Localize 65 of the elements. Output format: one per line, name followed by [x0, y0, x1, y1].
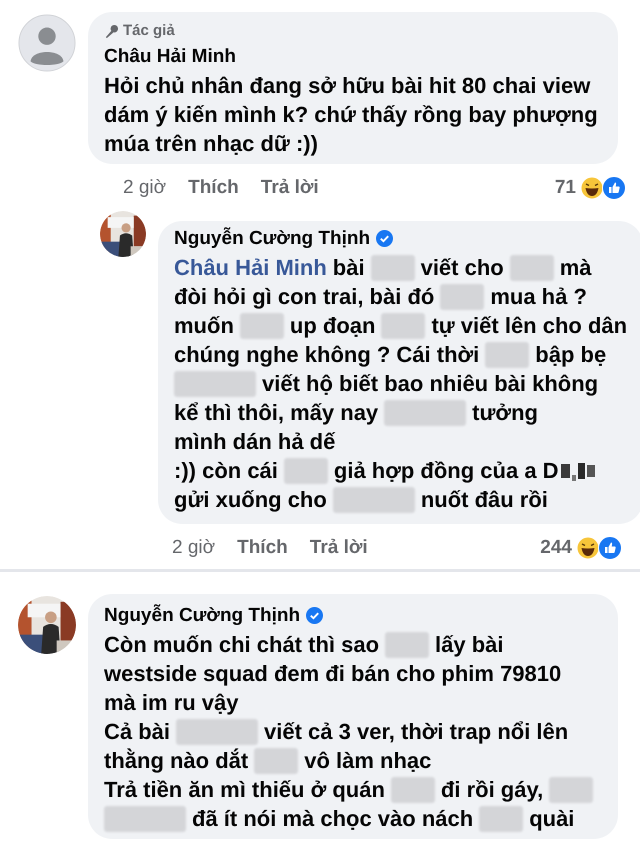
comment-time: 2 giờ: [172, 536, 216, 560]
comment-text: viết cả 3 ver, thời trap nổi lên: [264, 718, 568, 746]
comment-text: đã ít nói mà chọc vào nách: [192, 805, 474, 833]
comment-action[interactable]: Thích: [237, 534, 288, 562]
comment-action[interactable]: Thích: [188, 174, 239, 202]
comment-text: mua hả ?: [490, 283, 587, 311]
blurred-text: [479, 806, 524, 832]
blurred-text: [254, 748, 298, 774]
blurred-text: [370, 254, 415, 280]
comment-text: dám ý kiến mình k? chứ thấy rồng bay phượng: [104, 101, 598, 129]
reaction-count: 71: [554, 176, 576, 200]
laughing-emoji-icon: [576, 536, 600, 560]
comment-action[interactable]: Trả lời: [260, 174, 319, 202]
comment-text: vô làm nhạc: [304, 747, 432, 775]
comment-text: lấy bài: [435, 631, 504, 659]
reaction-count: 244: [540, 536, 572, 560]
avatar-silhouette[interactable]: [18, 14, 76, 72]
like-icon: [598, 536, 622, 560]
pixelated-text: [560, 460, 595, 480]
comment-text: tự viết lên cho dân: [431, 312, 628, 340]
author-name[interactable]: Nguyễn Cường Thịnh: [104, 602, 300, 630]
blurred-text: [440, 284, 484, 310]
comment-text: muốn: [174, 312, 234, 340]
author-badge-label: Tác giả: [123, 21, 175, 41]
comment-text: Cả bài: [104, 718, 170, 746]
comment-text: nuốt đâu rồi: [420, 486, 548, 514]
blurred-text: [284, 458, 328, 484]
blurred-text: [485, 342, 530, 368]
comment-text: giả hợp đồng của a D: [334, 457, 559, 485]
comment-text: Còn muốn chi chát thì sao: [104, 631, 380, 659]
comment-text: viết cho: [420, 254, 504, 282]
comment-text: múa trên nhạc dữ :)): [104, 130, 318, 158]
mention-link[interactable]: Châu Hải Minh: [174, 253, 327, 282]
comment-text: tưởng: [472, 399, 538, 427]
author-name[interactable]: Nguyễn Cường Thịnh: [174, 224, 370, 253]
comment-text: quài: [529, 805, 574, 833]
blurred-text: [390, 776, 435, 802]
blurred-text: [385, 632, 430, 658]
comment-text: Trả tiền ăn mì thiếu ở quán: [104, 776, 385, 804]
comment-text: mà im ru vậy: [104, 689, 239, 717]
blurred-text: [549, 776, 594, 802]
comment-text: viết hộ biết bao nhiêu bài không: [262, 370, 598, 398]
comment-action[interactable]: Trả lời: [310, 534, 368, 562]
comment-text: mình dán hả dế: [174, 428, 336, 456]
comment-text: Hỏi chủ nhân đang sở hữu bài hit 80 chai view: [104, 72, 590, 100]
comment-text: bài: [332, 254, 365, 282]
comment-text: :)) còn cái: [174, 457, 278, 485]
blurred-text: [240, 312, 284, 338]
comment-text: thằng nào dắt: [104, 747, 248, 775]
comment-text: kể thì thôi, mấy nay: [174, 399, 378, 427]
comment-time: 2 giờ: [123, 176, 166, 200]
blurred-text: [510, 254, 554, 280]
comment-text: gửi xuống cho: [174, 486, 327, 514]
comment-text: up đoạn: [290, 312, 376, 340]
author-name[interactable]: Châu Hải Minh: [104, 42, 236, 71]
blurred-text: [381, 312, 426, 338]
comment-text: bập bẹ: [535, 341, 606, 369]
laughing-emoji-icon: [580, 176, 604, 200]
comment-text: mà: [560, 254, 592, 282]
comment-text: westside squad đem đi bán cho phim 79810: [104, 660, 562, 688]
like-icon: [602, 176, 626, 200]
comment-text: chúng nghe không ? Cái thời: [174, 341, 480, 369]
comment-text: đòi hỏi gì con trai, bài đó: [174, 283, 434, 311]
microphone-icon: [104, 24, 119, 39]
comment-text: đi rồi gáy,: [440, 776, 544, 804]
